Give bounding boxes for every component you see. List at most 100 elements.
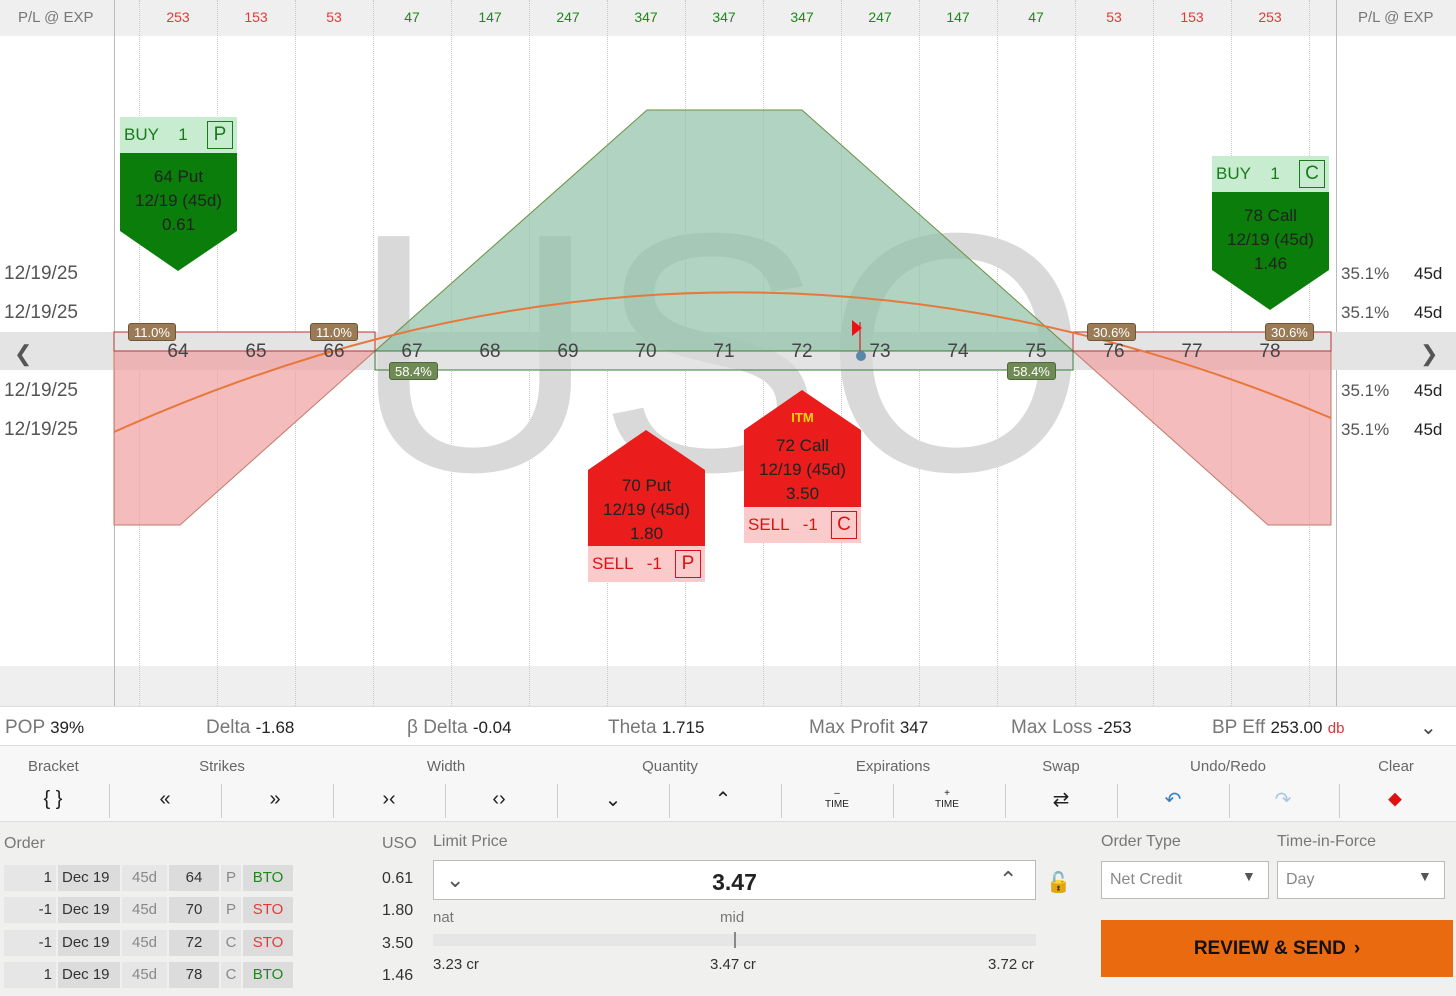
leg-header: SELL -1 C [744,507,861,543]
bracket-button[interactable]: { } [3,782,103,816]
beta-delta-stat: β Delta -0.04 [407,717,512,739]
dropdown-caret-icon: ▼ [1418,868,1432,884]
order-type: C [221,930,241,956]
leg-card-short-call[interactable]: ITM 72 Call 12/19 (45d) 3.50 SELL -1 C [744,390,861,543]
strikes-group-label: Strikes [199,758,245,775]
undo-button[interactable]: ↶ [1123,782,1223,816]
strike-label[interactable]: 66 [314,341,354,363]
leg-card-long-call[interactable]: BUY 1 C 78 Call 12/19 (45d) 1.46 [1212,156,1329,310]
leg-card-long-put[interactable]: BUY 1 P 64 Put 12/19 (45d) 0.61 [120,117,237,271]
pl-exp-label-right: P/L @ EXP [1358,9,1434,26]
order-leg-row[interactable]: 1 Dec 19 45d 78 C BTO [4,962,295,988]
expiration-minus-button[interactable]: – TIME [787,782,887,816]
limit-price-field[interactable]: ⌄ 3.47 ⌃ [433,860,1036,900]
pl-value: 47 [1028,9,1044,25]
iv-value: 35.1% [1341,303,1390,322]
leg-qty: 1 [1270,164,1280,183]
lock-icon[interactable]: 🔓 [1046,870,1071,895]
width-group-label: Width [426,758,466,775]
plus-icon: + [944,788,950,799]
pl-value: 153 [1180,9,1204,25]
prob-left-outer: 11.0% [128,323,176,341]
strike-label[interactable]: 77 [1172,341,1212,363]
strikes-left-arrow[interactable]: ❮ [14,341,32,367]
leg-card-short-put[interactable]: 70 Put 12/19 (45d) 1.80 SELL -1 P [588,430,705,582]
strikes-right-arrow[interactable]: ❯ [1420,341,1438,367]
pl-value: 53 [326,9,342,25]
strike-label[interactable]: 65 [236,341,276,363]
leg-price: 0.61 [161,215,196,234]
theta-value: 1.715 [661,718,705,737]
order-dte: 45d [122,930,167,956]
time-label: TIME [825,799,849,810]
order-exp: Dec 19 [58,897,120,923]
order-type-select[interactable]: Net Credit ▼ [1101,861,1269,899]
delta-stat: Delta -1.68 [206,717,294,739]
order-strike: 72 [169,930,219,956]
strikes-up-button[interactable]: » [225,782,325,816]
order-symbol-header: USO [382,835,417,852]
leg-details: 64 Put 12/19 (45d) 0.61 [120,165,237,237]
leg-type-badge[interactable]: C [1299,160,1325,188]
leg-qty: 1 [178,125,188,144]
width-narrow-button[interactable]: ›‹ [339,782,439,816]
strike-label[interactable]: 68 [470,341,510,363]
eraser-icon: ⬥ [1388,787,1402,810]
order-leg-price: 3.50 [382,935,414,952]
strike-label[interactable]: 69 [548,341,588,363]
bracket-icon: { } [43,787,63,810]
strike-label[interactable]: 70 [626,341,666,363]
tif-select[interactable]: Day ▼ [1277,861,1445,899]
strike-label[interactable]: 72 [782,341,822,363]
bp-eff-label: BP Eff [1212,717,1266,738]
strike-label[interactable]: 76 [1094,341,1134,363]
leg-qty: -1 [646,554,662,573]
order-leg-row[interactable]: -1 Dec 19 45d 70 P STO [4,897,295,923]
limit-price-label: Limit Price [433,833,508,850]
minus-icon: – [834,788,840,799]
prob-profit-left: 58.4% [389,362,438,380]
pl-value: 247 [868,9,892,25]
price-up-icon[interactable]: ⌃ [999,867,1017,893]
order-leg-price: 1.80 [382,902,414,919]
bp-eff-suffix: db [1327,720,1345,737]
order-exp: Dec 19 [58,930,120,956]
strike-label[interactable]: 75 [1016,341,1056,363]
strike-label[interactable]: 71 [704,341,744,363]
prob-left-inner: 11.0% [310,323,358,341]
leg-name: 64 Put [153,167,204,186]
leg-type-badge[interactable]: P [675,550,701,578]
quantity-up-button[interactable]: ⌃ [673,782,773,816]
strikes-down-button[interactable]: « [115,782,215,816]
nat-price: 3.23 cr [433,956,479,973]
leg-action: SELL [592,554,634,573]
leg-name: 70 Put [621,476,672,495]
leg-type-badge[interactable]: C [831,511,857,539]
strike-label[interactable]: 78 [1250,341,1290,363]
expiration-plus-button[interactable]: + TIME [897,782,997,816]
strike-label[interactable]: 67 [392,341,432,363]
dte-value: 45d [1414,264,1443,283]
strike-label[interactable]: 64 [158,341,198,363]
limit-price-value[interactable]: 3.47 [434,869,1035,896]
bracket-group-label: Bracket [28,758,79,775]
leg-type-badge[interactable]: P [207,121,233,149]
expand-chevron-icon[interactable]: ⌄ [1420,715,1437,740]
leg-details: 70 Put 12/19 (45d) 1.80 [588,474,705,546]
leg-qty: -1 [802,515,818,534]
order-action: STO [243,897,293,923]
width-widen-button[interactable]: ‹› [449,782,549,816]
swap-group-label: Swap [1042,758,1080,775]
strike-label[interactable]: 74 [938,341,978,363]
pl-value: 47 [404,9,420,25]
clear-button[interactable]: ⬥ [1345,782,1445,816]
quantity-down-button[interactable]: ⌄ [563,782,663,816]
swap-button[interactable]: ⇄ [1011,782,1111,816]
redo-button[interactable]: ↷ [1233,782,1333,816]
order-strike: 70 [169,897,219,923]
strategy-toolbar: Bracket Strikes Width Quantity Expiratio… [0,746,1456,822]
order-leg-row[interactable]: 1 Dec 19 45d 64 P BTO [4,865,295,891]
review-send-button[interactable]: REVIEW & SEND › [1101,920,1453,977]
strike-label[interactable]: 73 [860,341,900,363]
order-leg-row[interactable]: -1 Dec 19 45d 72 C STO [4,930,295,956]
